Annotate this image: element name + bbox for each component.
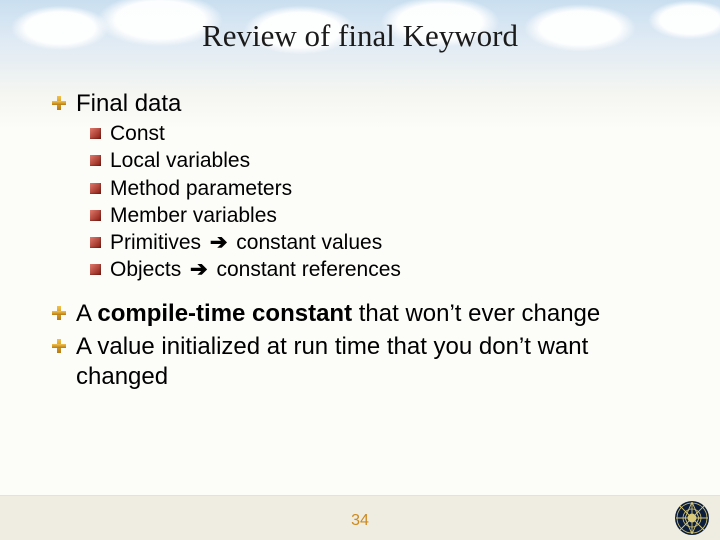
slide: Review of final Keyword Final data Const… xyxy=(0,0,720,540)
bullet-text: Method parameters xyxy=(110,176,292,202)
bullet-text: Member variables xyxy=(110,203,277,229)
bullet-level2: Method parameters xyxy=(90,176,680,202)
square-bullet-icon xyxy=(90,155,101,166)
square-bullet-icon xyxy=(90,128,101,139)
square-bullet-icon xyxy=(90,237,101,248)
bullet-level2: Const xyxy=(90,121,680,147)
bullet-text: Primitives ➔ constant values xyxy=(110,230,382,256)
plus-bullet-icon xyxy=(52,96,66,110)
plus-bullet-icon xyxy=(52,306,66,320)
slide-title: Review of final Keyword xyxy=(0,18,720,54)
square-bullet-icon xyxy=(90,183,101,194)
content-area: Final data Const Local variables Method … xyxy=(52,88,680,394)
bullet-level2: Objects ➔ constant references xyxy=(90,257,680,283)
bullet-level1: A compile-time constant that won’t ever … xyxy=(52,298,680,329)
seal-logo-icon xyxy=(674,500,710,536)
bullet-text: Final data xyxy=(76,88,181,119)
bullet-text: A value initialized at run time that you… xyxy=(76,331,680,392)
bullet-level1: Final data xyxy=(52,88,680,119)
bullet-text: Local variables xyxy=(110,148,250,174)
arrow-icon: ➔ xyxy=(187,258,211,281)
bullet-level1: A value initialized at run time that you… xyxy=(52,331,680,392)
arrow-icon: ➔ xyxy=(207,231,231,254)
bullet-level2: Primitives ➔ constant values xyxy=(90,230,680,256)
bullet-text: A compile-time constant that won’t ever … xyxy=(76,298,600,329)
plus-bullet-icon xyxy=(52,339,66,353)
bullet-level2: Local variables xyxy=(90,148,680,174)
bullet-level2: Member variables xyxy=(90,203,680,229)
square-bullet-icon xyxy=(90,210,101,221)
bullet-text: Const xyxy=(110,121,165,147)
page-number: 34 xyxy=(0,512,720,530)
square-bullet-icon xyxy=(90,264,101,275)
bullet-text: Objects ➔ constant references xyxy=(110,257,401,283)
